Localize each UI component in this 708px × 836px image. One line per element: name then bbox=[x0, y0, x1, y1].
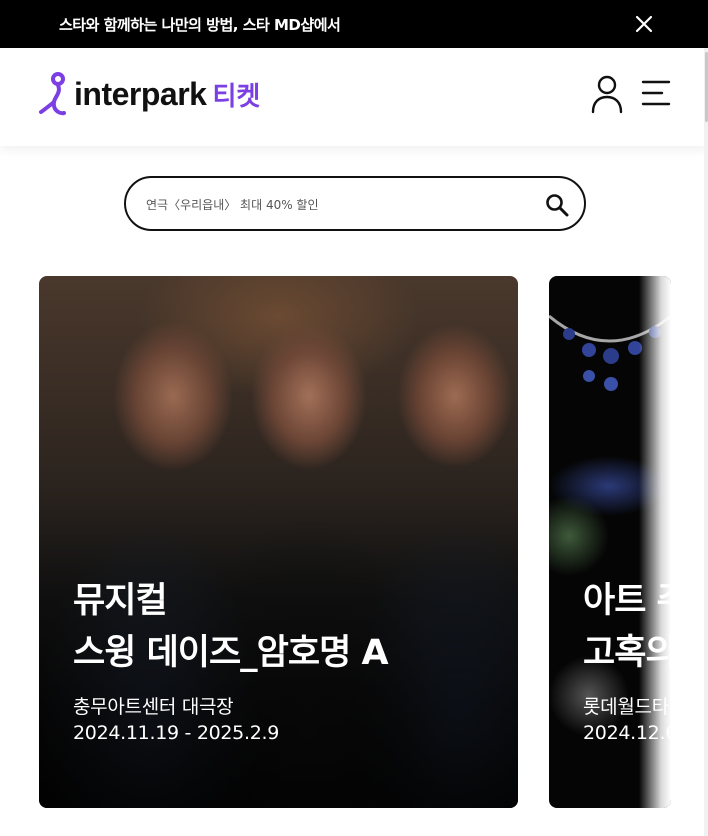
banner-date: 2024.11.19 - 2025.2.9 bbox=[73, 722, 280, 744]
close-icon[interactable] bbox=[630, 10, 658, 38]
menu-icon[interactable] bbox=[640, 78, 672, 108]
logo-mark-icon bbox=[38, 72, 70, 118]
logo-wordmark: interpark bbox=[74, 75, 207, 112]
banner-title-line1: 뮤지컬 bbox=[73, 581, 168, 621]
banner-venue: 충무아트센터 대극장 bbox=[73, 696, 234, 718]
search-box[interactable]: 연극〈우리읍내〉 최대 40% 할인 bbox=[124, 176, 586, 231]
scrollbar-track bbox=[704, 48, 708, 836]
site-header: interpark 티켓 bbox=[0, 48, 708, 146]
banner-card[interactable]: 뮤지컬 스윙 데이즈_암호명 A 충무아트센터 대극장 2024.11.19 -… bbox=[39, 276, 518, 808]
search-icon[interactable] bbox=[544, 192, 570, 218]
banner-title-line2: 스윙 데이즈_암호명 A bbox=[73, 633, 389, 673]
promo-text[interactable]: 스타와 함께하는 나만의 방법, 스타 MD샵에서 bbox=[59, 14, 341, 35]
banner-card-next[interactable]: 아트 주 고혹의 롯데월드타 2024.12.6 bbox=[549, 276, 671, 808]
promo-bar: 스타와 함께하는 나만의 방법, 스타 MD샵에서 bbox=[0, 0, 708, 48]
user-icon[interactable] bbox=[590, 74, 624, 114]
logo-ticket-label: 티켓 bbox=[212, 81, 261, 112]
interpark-logo[interactable]: interpark 티켓 bbox=[38, 72, 260, 118]
search-placeholder: 연극〈우리읍내〉 최대 40% 할인 bbox=[146, 198, 319, 212]
